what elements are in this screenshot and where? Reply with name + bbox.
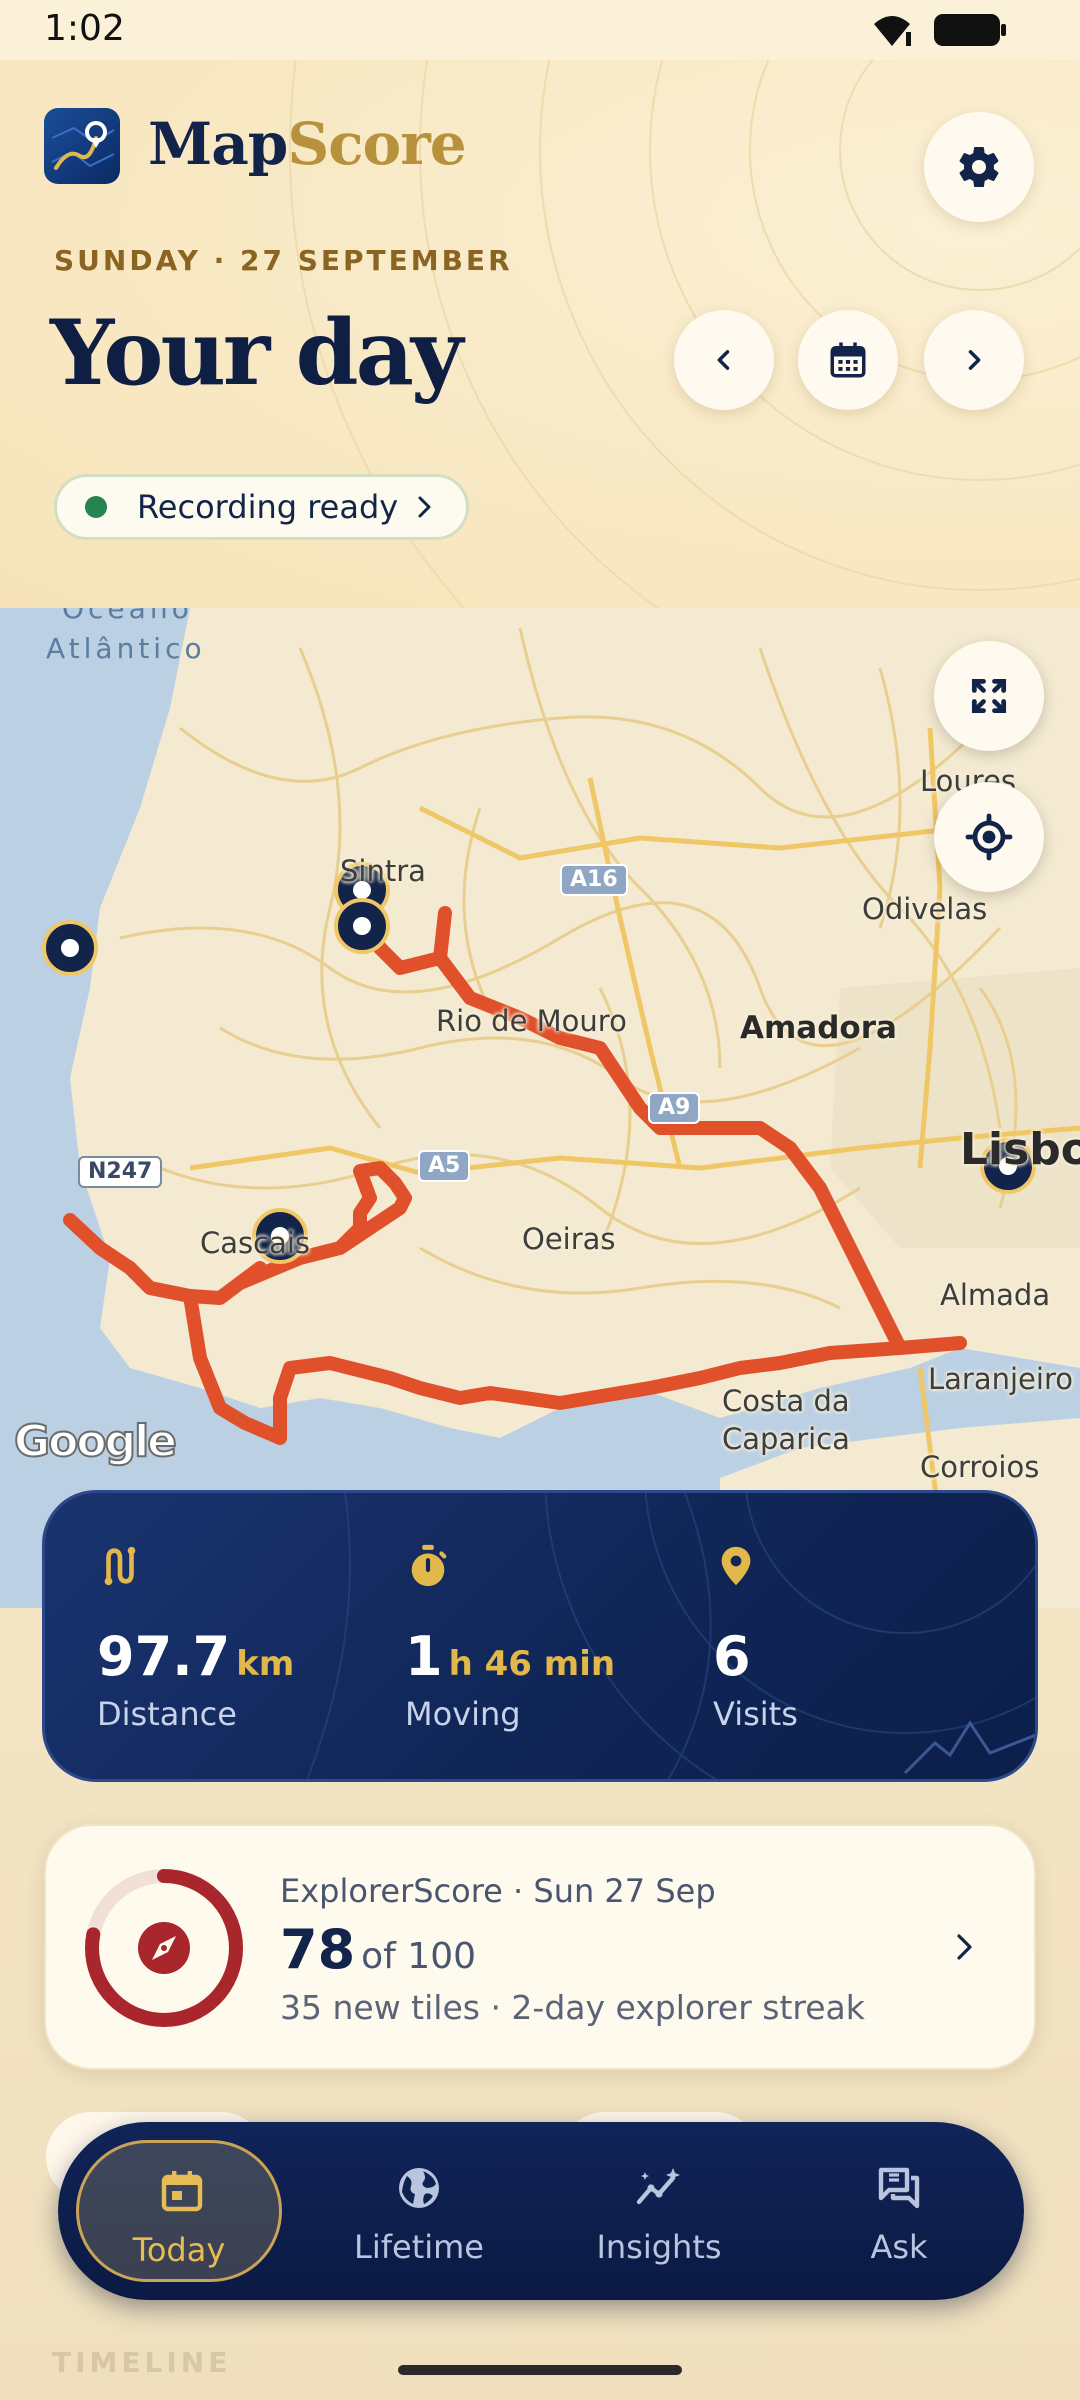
map-label-ocean: Atlântico — [46, 632, 206, 665]
visit-marker — [42, 920, 98, 976]
status-bar: 1:02 — [0, 0, 1080, 60]
nav-tab-insights[interactable]: Insights — [556, 2140, 762, 2282]
map-label-lisboa: Lisboa — [960, 1124, 1080, 1175]
map-label-costa-da-caparica: Caparica — [722, 1422, 850, 1456]
score-value: 78 — [280, 1918, 356, 1981]
crosshair-icon — [965, 813, 1013, 861]
wifi-icon — [874, 16, 911, 46]
map-label-sintra: Sintra — [340, 854, 426, 888]
stat-distance-unit: km — [236, 1644, 295, 1684]
calendar-icon — [830, 342, 866, 378]
recording-status-label: Recording ready — [137, 488, 399, 526]
nav-tab-lifetime[interactable]: Lifetime — [316, 2140, 522, 2282]
score-value-row: 78 of 100 — [280, 1918, 476, 1981]
settings-button[interactable] — [924, 112, 1034, 222]
nav-tab-ask[interactable]: Ask — [796, 2140, 1002, 2282]
stat-visits-label: Visits — [713, 1695, 798, 1733]
chevron-left-icon — [717, 350, 730, 370]
fullscreen-button[interactable] — [934, 641, 1044, 751]
status-time: 1:02 — [44, 8, 125, 49]
road-shield-a16: A16 — [560, 864, 628, 896]
stopwatch-icon — [411, 1544, 447, 1587]
bottom-nav: Today Lifetime Insights Ask — [58, 2122, 1024, 2300]
map-label-corroios: Corroios — [920, 1450, 1040, 1484]
nav-label-ask: Ask — [870, 2228, 928, 2266]
map-pin-icon — [721, 1546, 751, 1586]
map-label-cascais: Cascais — [200, 1226, 311, 1260]
stat-distance-value: 97.7 km — [97, 1625, 295, 1688]
prev-day-button[interactable] — [674, 310, 774, 410]
nav-label-today: Today — [132, 2231, 226, 2269]
date-label: SUNDAY · 27 SEPTEMBER — [54, 244, 513, 277]
route-icon — [104, 1546, 136, 1586]
page-title: Your day — [50, 300, 463, 406]
calendar-button[interactable] — [798, 310, 898, 410]
map-label-amadora: Amadora — [740, 1010, 897, 1046]
google-attribution[interactable]: Google — [13, 1415, 178, 1468]
stat-moving-value: 1h 46 min — [405, 1625, 616, 1688]
road-shield-a5: A5 — [418, 1150, 471, 1182]
next-day-button[interactable] — [924, 310, 1024, 410]
map-label-odivelas: Odivelas — [862, 892, 988, 926]
map-label-laranjeiro: Laranjeiro — [928, 1362, 1073, 1396]
stat-visits: 6 Visits — [713, 1493, 1013, 1779]
chevron-right-icon — [957, 1934, 972, 1960]
score-title: ExplorerScore · Sun 27 Sep — [280, 1872, 716, 1910]
score-ring — [85, 1869, 243, 2027]
app-name: MapScore — [148, 110, 467, 178]
app-name-score: Score — [287, 110, 466, 178]
score-total: of 100 — [361, 1936, 477, 1977]
home-indicator — [398, 2365, 682, 2375]
stat-distance: 97.7 km Distance — [97, 1493, 397, 1779]
calendar-icon — [161, 2171, 203, 2212]
nav-label-lifetime: Lifetime — [354, 2228, 484, 2266]
explorer-score-card[interactable]: ExplorerScore · Sun 27 Sep 78 of 100 35 n… — [44, 1824, 1036, 2070]
fullscreen-icon — [971, 678, 1007, 714]
chevron-right-icon — [968, 350, 981, 370]
stat-moving-label: Moving — [405, 1695, 521, 1733]
road-shield-n247: N247 — [78, 1156, 163, 1188]
visit-marker — [334, 898, 390, 954]
stat-visits-value: 6 — [713, 1625, 751, 1688]
app-name-map: Map — [148, 110, 288, 178]
recording-status-dot — [85, 496, 107, 518]
day-stats-card[interactable]: 97.7 km Distance 1h 46 min Moving 6 Visit… — [42, 1490, 1038, 1782]
route-map[interactable]: Oceano Atlântico Sintra Loures Odivelas … — [0, 608, 1080, 1608]
stat-distance-label: Distance — [97, 1695, 237, 1733]
map-label-almada: Almada — [940, 1278, 1051, 1312]
road-shield-a9: A9 — [648, 1092, 701, 1124]
map-label-oeiras: Oeiras — [522, 1222, 616, 1256]
recording-status-chip[interactable]: Recording ready — [54, 474, 470, 540]
globe-icon — [399, 2168, 439, 2208]
map-label-ocean: Oceano — [62, 608, 193, 625]
stat-moving: 1h 46 min Moving — [405, 1493, 705, 1779]
nav-tab-today[interactable]: Today — [76, 2140, 282, 2282]
compass-icon — [138, 1922, 190, 1974]
timeline-heading: TIMELINE — [52, 2346, 232, 2379]
gear-icon — [959, 147, 999, 188]
map-label-rio-de-mouro: Rio de Mouro — [436, 1004, 627, 1038]
chat-icon — [878, 2167, 920, 2209]
nav-label-insights: Insights — [596, 2228, 722, 2266]
sparkline-icon — [636, 2168, 680, 2205]
app-logo — [44, 108, 120, 184]
score-subtitle: 35 new tiles · 2-day explorer streak — [280, 1988, 865, 2027]
stat-moving-unit: h 46 min — [448, 1644, 616, 1684]
map-label-costa-da-caparica: Costa da — [722, 1384, 850, 1418]
battery-icon — [934, 14, 1006, 46]
chevron-right-icon — [418, 496, 431, 518]
my-location-button[interactable] — [934, 782, 1044, 892]
header: MapScore SUNDAY · 27 SEPTEMBER Your day … — [0, 60, 1080, 608]
